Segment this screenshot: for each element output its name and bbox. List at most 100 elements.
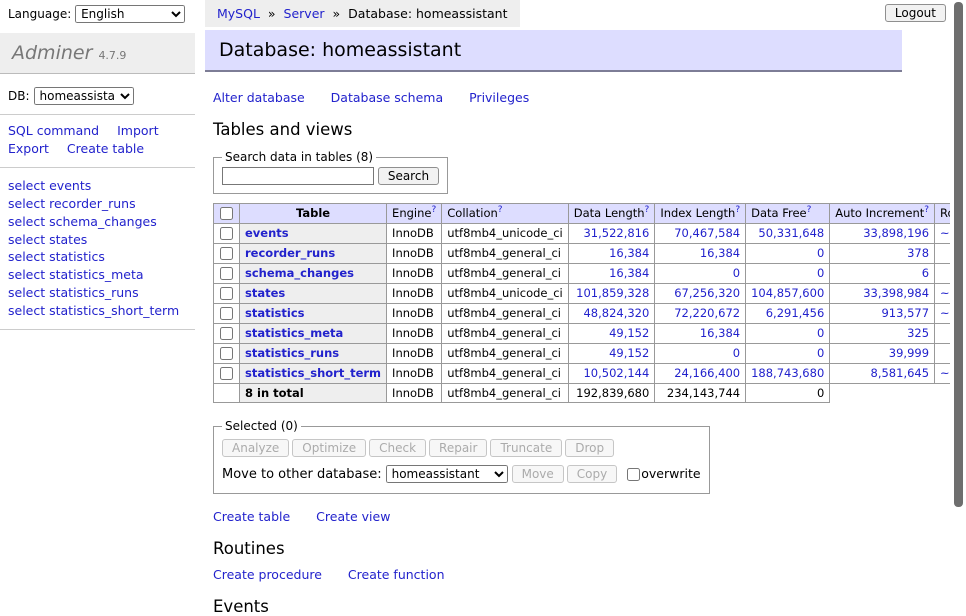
data-free-link[interactable]: 188,743,680 bbox=[751, 366, 824, 380]
collation-cell: utf8mb4_general_ci bbox=[442, 244, 569, 264]
logout-button[interactable]: Logout bbox=[885, 4, 946, 22]
auto-increment-link[interactable]: 378 bbox=[907, 246, 929, 260]
select-all-checkbox[interactable] bbox=[220, 207, 233, 220]
create-procedure-link[interactable]: Create procedure bbox=[213, 567, 322, 582]
auto-increment-link[interactable]: 33,398,984 bbox=[863, 286, 929, 300]
sidebar-item-select-events[interactable]: select events bbox=[8, 177, 187, 195]
auto-increment-link[interactable]: 39,999 bbox=[889, 346, 929, 360]
data-length-link[interactable]: 49,152 bbox=[609, 326, 649, 340]
move-database-select[interactable]: homeassistant bbox=[386, 465, 508, 483]
help-icon[interactable]: ? bbox=[807, 205, 812, 215]
copy-button[interactable]: Copy bbox=[567, 465, 617, 483]
index-length-link[interactable]: 72,220,672 bbox=[674, 306, 740, 320]
sidebar-item-select-statistics-short-term[interactable]: select statistics_short_term bbox=[8, 302, 187, 320]
breadcrumb-link-server[interactable]: Server bbox=[284, 6, 325, 21]
scrollbar-thumb[interactable] bbox=[954, 2, 963, 507]
table-row: events InnoDB utf8mb4_unicode_ci 31,522,… bbox=[214, 224, 966, 244]
index-length-link[interactable]: 0 bbox=[733, 266, 740, 280]
scrollbar-track[interactable] bbox=[950, 0, 966, 543]
truncate-button[interactable]: Truncate bbox=[490, 439, 562, 457]
table-link[interactable]: events bbox=[245, 226, 289, 240]
optimize-button[interactable]: Optimize bbox=[292, 439, 366, 457]
help-icon[interactable]: ? bbox=[924, 205, 929, 215]
table-link[interactable]: recorder_runs bbox=[245, 246, 335, 260]
row-checkbox[interactable] bbox=[220, 347, 233, 360]
data-free-link[interactable]: 0 bbox=[817, 246, 824, 260]
selected-legend: Selected (0) bbox=[222, 419, 301, 433]
auto-increment-link[interactable]: 33,898,196 bbox=[863, 226, 929, 240]
sidebar-item-select-schema-changes[interactable]: select schema_changes bbox=[8, 213, 187, 231]
sidebar-link-export[interactable]: Export bbox=[8, 141, 49, 156]
index-length-link[interactable]: 16,384 bbox=[700, 326, 740, 340]
breadcrumb-link-mysql[interactable]: MySQL bbox=[217, 6, 260, 21]
drop-button[interactable]: Drop bbox=[565, 439, 614, 457]
analyze-button[interactable]: Analyze bbox=[222, 439, 289, 457]
table-link[interactable]: statistics_short_term bbox=[245, 366, 381, 380]
data-free-link[interactable]: 50,331,648 bbox=[758, 226, 824, 240]
privileges-link[interactable]: Privileges bbox=[469, 90, 529, 105]
table-link[interactable]: schema_changes bbox=[245, 266, 354, 280]
table-link[interactable]: states bbox=[245, 286, 285, 300]
engine-cell: InnoDB bbox=[387, 244, 442, 264]
alter-database-link[interactable]: Alter database bbox=[213, 90, 305, 105]
row-checkbox[interactable] bbox=[220, 307, 233, 320]
data-length-link[interactable]: 16,384 bbox=[609, 266, 649, 280]
repair-button[interactable]: Repair bbox=[429, 439, 487, 457]
row-checkbox[interactable] bbox=[220, 267, 233, 280]
create-table-link[interactable]: Create table bbox=[213, 509, 290, 524]
collation-cell: utf8mb4_general_ci bbox=[442, 364, 569, 384]
check-button[interactable]: Check bbox=[369, 439, 426, 457]
auto-increment-link[interactable]: 913,577 bbox=[881, 306, 929, 320]
data-length-link[interactable]: 31,522,816 bbox=[583, 226, 649, 240]
help-icon[interactable]: ? bbox=[735, 205, 740, 215]
auto-increment-link[interactable]: 325 bbox=[907, 326, 929, 340]
column-header-auto-increment: Auto Increment? bbox=[830, 204, 935, 224]
auto-increment-link[interactable]: 6 bbox=[922, 266, 929, 280]
help-icon[interactable]: ? bbox=[645, 205, 650, 215]
auto-increment-link[interactable]: 8,581,645 bbox=[871, 366, 930, 380]
index-length-link[interactable]: 70,467,584 bbox=[674, 226, 740, 240]
data-length-link[interactable]: 16,384 bbox=[609, 246, 649, 260]
language-select[interactable]: English bbox=[75, 5, 185, 23]
table-link[interactable]: statistics_meta bbox=[245, 326, 343, 340]
row-checkbox[interactable] bbox=[220, 287, 233, 300]
help-icon[interactable]: ? bbox=[431, 205, 436, 215]
index-length-link[interactable]: 16,384 bbox=[700, 246, 740, 260]
row-checkbox[interactable] bbox=[220, 227, 233, 240]
data-free-link[interactable]: 0 bbox=[817, 266, 824, 280]
sidebar-item-select-recorder-runs[interactable]: select recorder_runs bbox=[8, 195, 187, 213]
move-button[interactable]: Move bbox=[512, 465, 564, 483]
search-input[interactable] bbox=[222, 167, 374, 185]
row-checkbox[interactable] bbox=[220, 327, 233, 340]
sidebar-link-create-table[interactable]: Create table bbox=[67, 141, 144, 156]
overwrite-checkbox[interactable] bbox=[627, 468, 640, 481]
create-view-link[interactable]: Create view bbox=[316, 509, 390, 524]
sidebar-item-select-states[interactable]: select states bbox=[8, 231, 187, 249]
search-button[interactable]: Search bbox=[378, 167, 439, 185]
table-link[interactable]: statistics_runs bbox=[245, 346, 339, 360]
sidebar-item-select-statistics-runs[interactable]: select statistics_runs bbox=[8, 284, 187, 302]
db-select[interactable]: homeassistant bbox=[34, 87, 134, 105]
table-link[interactable]: statistics bbox=[245, 306, 305, 320]
data-length-link[interactable]: 101,859,328 bbox=[576, 286, 649, 300]
database-schema-link[interactable]: Database schema bbox=[331, 90, 443, 105]
data-length-link[interactable]: 10,502,144 bbox=[583, 366, 649, 380]
sidebar-item-select-statistics[interactable]: select statistics bbox=[8, 248, 187, 266]
sidebar-link-import[interactable]: Import bbox=[117, 123, 159, 138]
data-free-link[interactable]: 104,857,600 bbox=[751, 286, 824, 300]
row-checkbox[interactable] bbox=[220, 367, 233, 380]
row-checkbox[interactable] bbox=[220, 247, 233, 260]
data-length-link[interactable]: 48,824,320 bbox=[583, 306, 649, 320]
breadcrumb: MySQL » Server » Database: homeassistant bbox=[205, 0, 520, 27]
data-free-link[interactable]: 0 bbox=[817, 326, 824, 340]
index-length-link[interactable]: 24,166,400 bbox=[674, 366, 740, 380]
data-free-link[interactable]: 6,291,456 bbox=[766, 306, 825, 320]
data-free-link[interactable]: 0 bbox=[817, 346, 824, 360]
index-length-link[interactable]: 0 bbox=[733, 346, 740, 360]
data-length-link[interactable]: 49,152 bbox=[609, 346, 649, 360]
sidebar-link-sql-command[interactable]: SQL command bbox=[8, 123, 99, 138]
index-length-link[interactable]: 67,256,320 bbox=[674, 286, 740, 300]
help-icon[interactable]: ? bbox=[498, 205, 503, 215]
create-function-link[interactable]: Create function bbox=[348, 567, 445, 582]
sidebar-item-select-statistics-meta[interactable]: select statistics_meta bbox=[8, 266, 187, 284]
